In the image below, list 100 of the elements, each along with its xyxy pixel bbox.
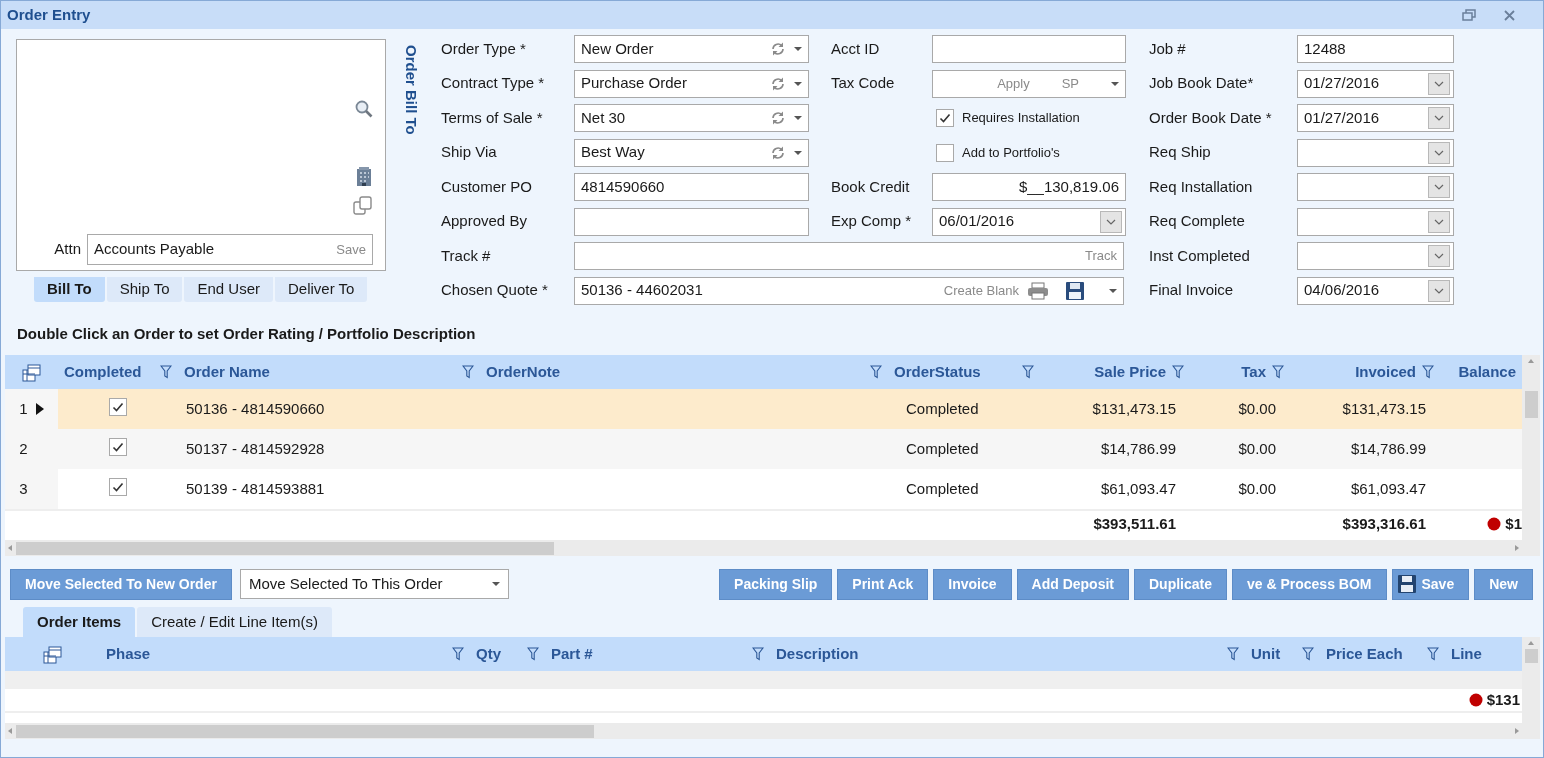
input-field[interactable]: 4814590660 xyxy=(574,173,809,201)
action-button[interactable]: Duplicate xyxy=(1134,568,1227,600)
action-button[interactable]: Packing Slip xyxy=(719,568,833,600)
table-row[interactable]: 2 50137 - 4814592928 Completed $14,786.99 $0.00 $14,786.99 xyxy=(5,429,1522,469)
scroll-thumb[interactable] xyxy=(1524,391,1538,418)
filter-icon[interactable] xyxy=(160,365,172,379)
caret-icon[interactable] xyxy=(794,150,802,155)
copy-icon[interactable] xyxy=(353,196,373,216)
action-button[interactable]: Print Ack xyxy=(837,568,929,600)
horizontal-scrollbar[interactable] xyxy=(5,540,1522,556)
checkbox[interactable] xyxy=(109,477,127,496)
track-button[interactable]: Track xyxy=(1084,246,1117,266)
input-field[interactable]: Track xyxy=(574,242,1124,270)
refresh-icon[interactable] xyxy=(770,144,786,161)
action-button[interactable]: New xyxy=(1474,568,1533,600)
date-field[interactable]: 01/27/2016 xyxy=(1297,69,1454,98)
caret-icon[interactable] xyxy=(1111,81,1119,86)
filter-icon[interactable] xyxy=(452,647,464,661)
filter-icon[interactable] xyxy=(527,647,539,661)
input-field[interactable]: $__130,819.06 xyxy=(932,173,1126,201)
caret-icon[interactable] xyxy=(794,116,802,120)
date-field[interactable]: 01/27/2016 xyxy=(1297,104,1454,132)
create-blank-button[interactable]: Create Blank xyxy=(943,280,1019,301)
tab[interactable]: Order Items xyxy=(23,607,136,637)
checkbox[interactable] xyxy=(109,397,127,416)
date-field[interactable] xyxy=(1297,173,1454,201)
tab[interactable]: Deliver To xyxy=(275,277,368,302)
scroll-left-icon[interactable] xyxy=(8,728,12,734)
input-field[interactable] xyxy=(932,35,1126,63)
column-header[interactable]: Qty xyxy=(470,637,545,671)
column-header[interactable]: Phase xyxy=(100,637,470,671)
filter-icon[interactable] xyxy=(752,647,764,661)
filter-icon[interactable] xyxy=(1022,365,1034,379)
save-icon[interactable] xyxy=(1065,280,1085,301)
date-field[interactable]: 06/01/2016 xyxy=(932,207,1126,236)
action-button[interactable]: Add Deposit xyxy=(1016,568,1129,600)
column-chooser-icon[interactable] xyxy=(42,645,63,664)
checkbox[interactable] xyxy=(109,437,127,456)
action-button[interactable]: Invoice xyxy=(933,568,1012,600)
refresh-icon[interactable] xyxy=(770,75,786,92)
dropdown-button[interactable] xyxy=(1100,210,1122,233)
filter-icon[interactable] xyxy=(1427,647,1439,661)
filter-icon[interactable] xyxy=(462,365,474,379)
column-header[interactable]: Part # xyxy=(545,637,770,671)
filter-icon[interactable] xyxy=(1272,365,1284,379)
filter-icon[interactable] xyxy=(1172,365,1184,379)
restore-icon[interactable] xyxy=(1462,9,1476,21)
close-icon[interactable] xyxy=(1504,9,1515,21)
column-header[interactable]: Completed xyxy=(58,355,178,389)
tab[interactable]: Ship To xyxy=(106,277,183,302)
filter-icon[interactable] xyxy=(870,365,882,379)
date-field[interactable] xyxy=(1297,242,1454,270)
vertical-scrollbar[interactable] xyxy=(1522,355,1540,556)
dropdown-field[interactable]: Move Selected To This Order xyxy=(239,569,509,599)
dropdown-button[interactable] xyxy=(1428,141,1450,164)
column-chooser-icon[interactable] xyxy=(21,363,42,382)
search-icon[interactable] xyxy=(355,100,373,118)
scroll-thumb[interactable] xyxy=(16,541,554,555)
scroll-thumb[interactable] xyxy=(1524,649,1538,663)
column-header[interactable]: Line xyxy=(1445,637,1522,671)
caret-icon[interactable] xyxy=(794,47,802,51)
date-field[interactable]: 04/06/2016 xyxy=(1297,276,1454,305)
vertical-scrollbar[interactable] xyxy=(1522,637,1540,739)
date-field[interactable] xyxy=(1297,207,1454,236)
column-header[interactable]: Order Name xyxy=(178,355,480,389)
column-header[interactable]: Balance xyxy=(1440,355,1522,389)
dropdown-field[interactable]: Best Way xyxy=(574,138,809,167)
dropdown-field[interactable]: 50136 - 44602031 Create Blank xyxy=(574,276,1124,305)
scroll-right-icon[interactable] xyxy=(1515,728,1519,734)
tab[interactable]: Bill To xyxy=(34,277,105,302)
date-field[interactable] xyxy=(1297,138,1454,167)
scroll-up-icon[interactable] xyxy=(1528,641,1534,645)
action-button[interactable]: ve & Process BOM xyxy=(1232,568,1387,600)
dropdown-button[interactable] xyxy=(1428,279,1450,302)
dropdown-field[interactable]: Net 30 xyxy=(574,104,809,132)
printer-icon[interactable] xyxy=(1027,281,1049,300)
apply-button[interactable]: Apply xyxy=(997,73,1030,94)
filter-icon[interactable] xyxy=(1422,365,1434,379)
tab[interactable]: Create / Edit Line Item(s) xyxy=(137,607,332,637)
input-field[interactable] xyxy=(574,207,809,236)
building-icon[interactable] xyxy=(355,166,373,186)
refresh-icon[interactable] xyxy=(770,41,786,57)
column-header[interactable]: Sale Price xyxy=(1040,355,1190,389)
scroll-left-icon[interactable] xyxy=(8,545,12,551)
input-field[interactable]: 12488 xyxy=(1297,35,1454,63)
column-header[interactable]: Tax xyxy=(1190,355,1290,389)
dropdown-button[interactable] xyxy=(1428,210,1450,233)
tab[interactable]: End User xyxy=(184,277,273,302)
column-header[interactable]: Description xyxy=(770,637,1245,671)
scroll-right-icon[interactable] xyxy=(1515,545,1519,551)
dropdown-field[interactable]: Apply SP xyxy=(932,69,1126,98)
scroll-thumb[interactable] xyxy=(16,724,594,738)
caret-icon[interactable] xyxy=(491,582,500,586)
address-box[interactable]: Attn Accounts Payable Save xyxy=(16,39,386,271)
save-button[interactable]: Save xyxy=(336,239,366,260)
filter-icon[interactable] xyxy=(1227,647,1239,661)
scroll-up-icon[interactable] xyxy=(1528,359,1534,363)
dropdown-field[interactable]: New Order xyxy=(574,35,809,63)
input-field[interactable]: Accounts Payable Save xyxy=(87,234,373,265)
caret-icon[interactable] xyxy=(1109,288,1117,293)
